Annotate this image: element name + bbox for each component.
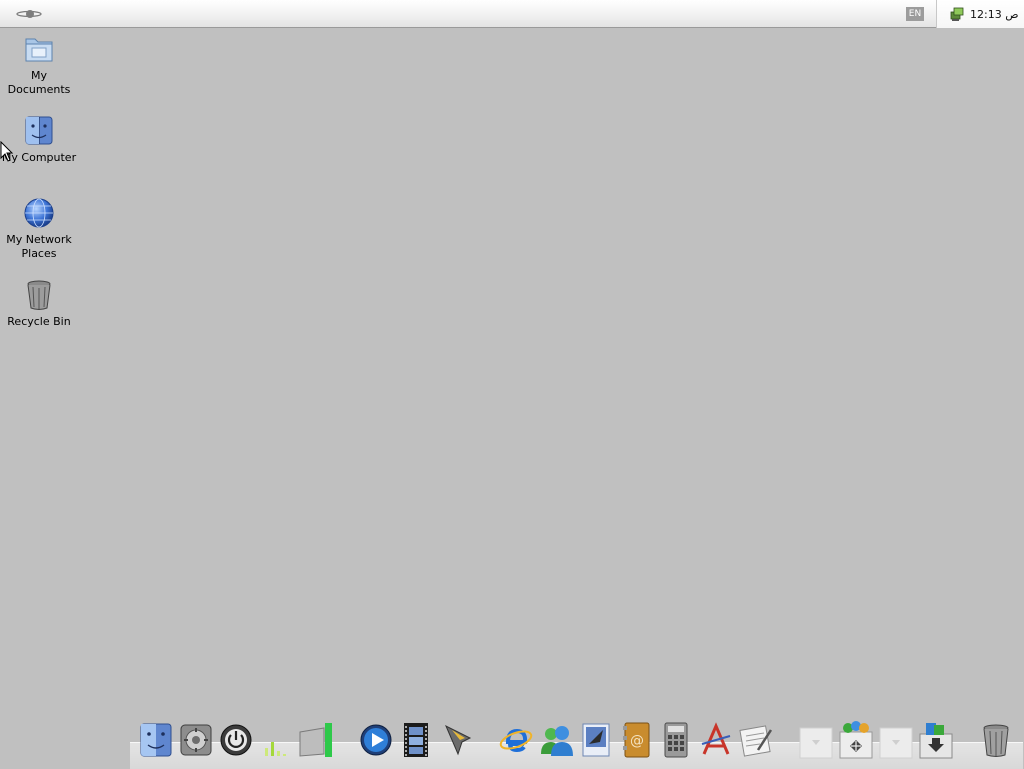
clock[interactable]: 12:13 ص [970, 8, 1019, 21]
menu-bar: EN 12:13 ص [0, 0, 1024, 28]
trash-icon [27, 280, 51, 310]
dock-bar-graph[interactable] [258, 720, 294, 760]
dock-control-panel[interactable] [838, 720, 874, 760]
media-player-icon [360, 724, 392, 756]
desktop-icon-label: My Network Places [6, 233, 72, 260]
dock-system-preferences[interactable] [178, 720, 214, 760]
dock-text-editor[interactable] [698, 720, 734, 760]
dock-drive[interactable] [298, 720, 334, 760]
desktop-icon-my-network-places[interactable]: My Network Places [0, 196, 78, 261]
globe-icon [24, 198, 54, 228]
control-panel-icon [839, 721, 873, 759]
mail-icon [582, 723, 610, 757]
dock-shutdown[interactable] [218, 720, 254, 760]
svg-text:@: @ [630, 733, 644, 749]
trash-icon [983, 724, 1009, 757]
dock-calculator[interactable] [658, 720, 694, 760]
language-indicator[interactable]: EN [906, 7, 924, 21]
finder-icon [140, 723, 172, 757]
desktop-icon-label: Recycle Bin [7, 315, 71, 328]
calculator-icon [664, 722, 688, 758]
finder-face-icon [25, 116, 53, 145]
dock-downloads[interactable] [918, 720, 954, 760]
folder-icon [25, 38, 53, 62]
satellite-logo-icon[interactable] [14, 6, 46, 22]
empty-slot-icon [879, 727, 913, 759]
dock-empty-slot-2[interactable] [878, 720, 914, 760]
messenger-icon [541, 726, 573, 756]
desktop-icon-recycle-bin[interactable]: Recycle Bin [0, 278, 78, 329]
desktop-icon-label: My Documents [7, 69, 71, 96]
script-editor-icon [739, 725, 773, 757]
shutdown-icon [220, 724, 252, 756]
dock-messenger[interactable] [538, 720, 574, 760]
dock-mail[interactable] [578, 720, 614, 760]
dock: @ [130, 718, 1023, 769]
launcher-icon [445, 724, 472, 756]
system-tray: 12:13 ص [936, 0, 1024, 28]
dock-media-player[interactable] [358, 720, 394, 760]
internet-explorer-icon [499, 728, 533, 753]
system-preferences-icon [180, 724, 212, 756]
dock-trash[interactable] [978, 720, 1014, 760]
text-editor-icon [701, 722, 731, 755]
address-book-icon: @ [623, 722, 650, 758]
desktop-icon-my-documents[interactable]: My Documents [0, 32, 78, 97]
dock-film[interactable] [398, 720, 434, 760]
bar-graph-icon [265, 742, 286, 756]
dock-script-editor[interactable] [738, 720, 774, 760]
dock-empty-slot-1[interactable] [798, 720, 834, 760]
mouse-cursor-icon [0, 141, 14, 162]
dock-finder[interactable] [138, 720, 174, 760]
dock-address-book[interactable]: @ [618, 720, 654, 760]
downloads-icon [919, 723, 953, 759]
dock-internet-explorer[interactable] [498, 720, 534, 760]
film-icon [404, 723, 428, 757]
drive-icon [299, 723, 332, 757]
dock-launcher[interactable] [438, 720, 474, 760]
empty-slot-icon [799, 727, 833, 759]
network-status-icon[interactable] [949, 6, 965, 22]
